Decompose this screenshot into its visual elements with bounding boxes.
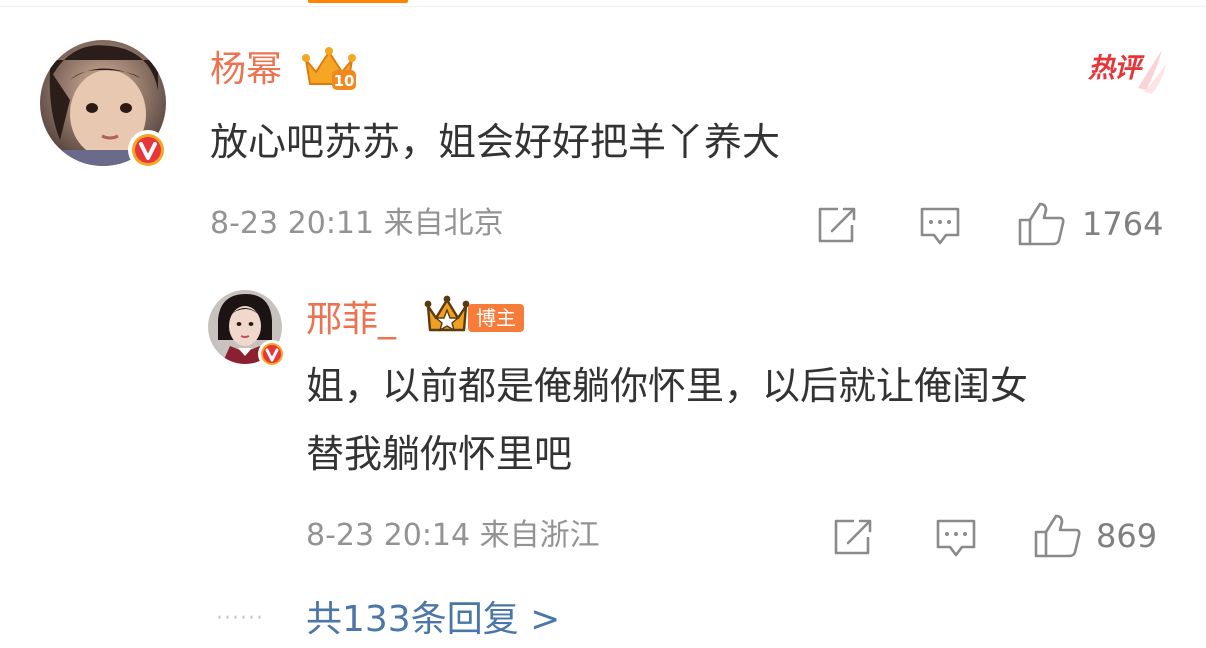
reply-icon[interactable] [918, 205, 962, 247]
crown-level-icon: 10 [300, 44, 358, 94]
comment-text: 放心吧苏苏，姐会好好把羊丫养大 [210, 120, 781, 164]
share-icon[interactable] [832, 517, 876, 557]
hot-comment-label: 热评 [1088, 53, 1141, 84]
avatar[interactable] [40, 40, 168, 170]
verified-v-icon [128, 130, 168, 170]
reply-text-line-1: 姐，以前都是俺躺你怀里，以后就让俺闺女 [306, 364, 1029, 408]
blogger-badge: 博主 [468, 304, 524, 332]
reply-date: 8-23 [306, 518, 375, 553]
divider [0, 6, 1206, 7]
verified-v-icon [258, 340, 286, 368]
reply-time: 20:14 [383, 518, 471, 553]
username[interactable]: 杨幂 [210, 50, 282, 90]
reply-meta: 8-23 20:14 来自浙江 [306, 518, 600, 554]
more-replies-link[interactable]: 共133条回复 > [306, 598, 560, 642]
reply-location: 来自浙江 [479, 518, 600, 553]
comment-date: 8-23 [210, 206, 279, 241]
share-icon[interactable] [816, 205, 860, 245]
comment-thread: 杨幂 10 热评 放心吧苏苏，姐会好好把羊丫养大 8-23 20:11 来自北京 [0, 0, 1206, 648]
more-dots: ······ [216, 606, 264, 631]
reply-icon[interactable] [934, 517, 978, 559]
hot-comment-tag: 热评 [1086, 48, 1166, 94]
comment-time: 20:11 [287, 206, 375, 241]
reply-avatar[interactable] [208, 290, 286, 368]
crown-icon [424, 294, 470, 336]
thumbs-up-icon[interactable] [1032, 512, 1082, 558]
reply-username[interactable]: 邢菲_ [306, 300, 396, 340]
svg-text:10: 10 [334, 72, 355, 90]
reply-text-line-2: 替我躺你怀里吧 [306, 432, 573, 476]
tab-indicator [308, 0, 408, 3]
comment-meta: 8-23 20:11 来自北京 [210, 206, 504, 242]
like-count: 869 [1096, 517, 1158, 555]
thumbs-up-icon[interactable] [1016, 200, 1066, 246]
like-count: 1764 [1082, 205, 1164, 243]
comment-location: 来自北京 [383, 206, 504, 241]
